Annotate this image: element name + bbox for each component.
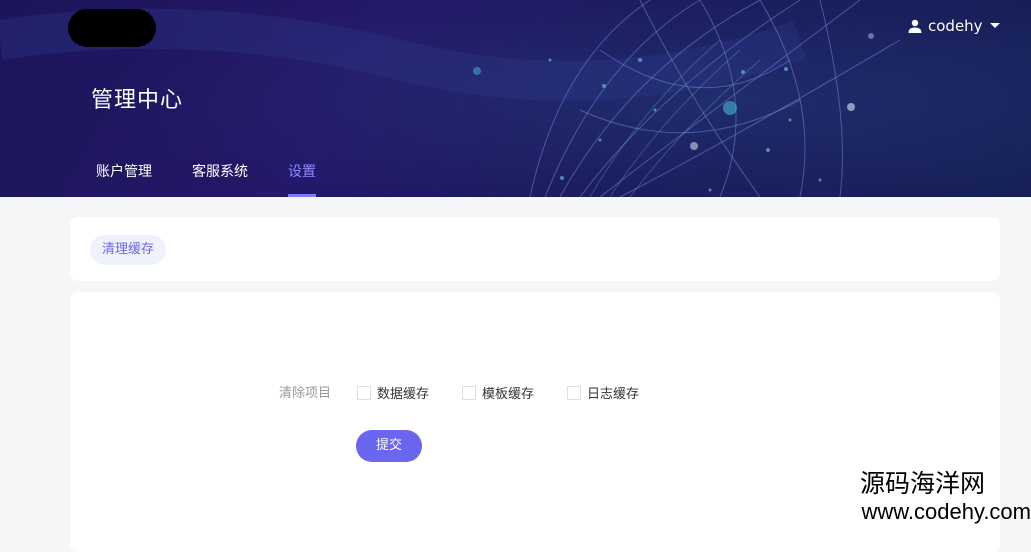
watermark: 源码海洋网 www.codehy.com [821, 469, 1031, 525]
submit-button[interactable]: 提交 [356, 430, 422, 462]
nav-item-settings[interactable]: 设置 [288, 160, 316, 197]
cache-options: 数据缓存 模板缓存 日志缓存 [357, 383, 672, 402]
checkbox-label: 数据缓存 [377, 387, 430, 402]
checkbox-label: 日志缓存 [587, 387, 640, 402]
checkbox-log-cache[interactable]: 日志缓存 [567, 383, 639, 402]
main-nav: 账户管理 客服系统 设置 [96, 160, 356, 197]
user-menu[interactable]: codehy [908, 16, 1001, 36]
checkbox-data-cache[interactable]: 数据缓存 [357, 383, 429, 402]
caret-down-icon [989, 23, 1000, 28]
watermark-title: 源码海洋网 [859, 469, 985, 498]
watermark-url: www.codehy.com [861, 499, 1031, 524]
checkbox-box[interactable] [462, 385, 477, 400]
tab-clear-cache[interactable]: 清理缓存 [90, 235, 167, 265]
header-banner: codehy 管理中心 账户管理 客服系统 设置 [0, 0, 1031, 197]
checkbox-box[interactable] [357, 385, 371, 400]
checkbox-template-cache[interactable]: 模板缓存 [462, 383, 534, 402]
page-title: 管理中心 [91, 88, 184, 113]
form-label-clear-items: 清除项目 [279, 386, 332, 401]
username-label: codehy [928, 17, 983, 35]
nav-item-account[interactable]: 账户管理 [96, 160, 152, 197]
nav-item-customer-service[interactable]: 客服系统 [192, 160, 248, 197]
tab-bar-card: 清理缓存 [70, 217, 1000, 281]
user-icon [908, 19, 922, 33]
checkbox-label: 模板缓存 [482, 387, 535, 402]
checkbox-box[interactable] [567, 385, 582, 400]
logo[interactable] [68, 9, 156, 47]
